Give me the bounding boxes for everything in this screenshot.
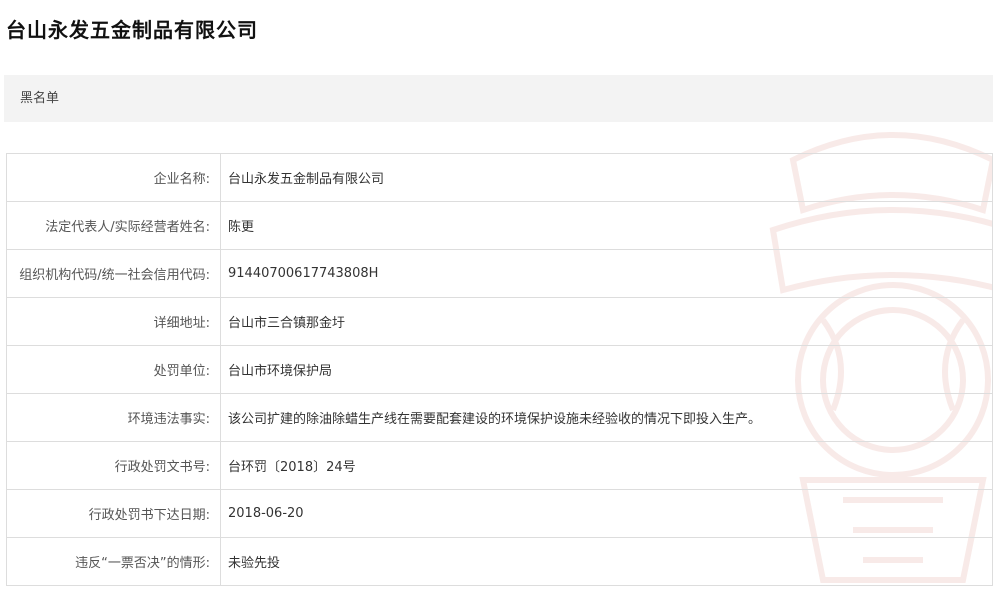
row-label-credit-code: 组织机构代码/统一社会信用代码: <box>6 249 221 298</box>
table-row: 详细地址: 台山市三合镇那金圩 <box>6 297 993 346</box>
category-header: 黑名单 <box>4 75 993 122</box>
table-row: 处罚单位: 台山市环境保护局 <box>6 345 993 394</box>
details-table: 企业名称: 台山永发五金制品有限公司 法定代表人/实际经营者姓名: 陈更 组织机… <box>6 153 993 586</box>
row-label-legal-representative: 法定代表人/实际经营者姓名: <box>6 201 221 250</box>
table-row: 行政处罚书下达日期: 2018-06-20 <box>6 489 993 538</box>
row-value-penalty-authority: 台山市环境保护局 <box>220 345 993 394</box>
row-value-violation-facts: 该公司扩建的除油除蜡生产线在需要配套建设的环境保护设施未经验收的情况下即投入生产… <box>220 393 993 442</box>
row-label-penalty-date: 行政处罚书下达日期: <box>6 489 221 538</box>
row-label-address: 详细地址: <box>6 297 221 346</box>
row-value-credit-code: 91440700617743808H <box>220 249 993 298</box>
row-label-penalty-authority: 处罚单位: <box>6 345 221 394</box>
row-value-legal-representative: 陈更 <box>220 201 993 250</box>
page-title: 台山永发五金制品有限公司 <box>6 18 258 42</box>
row-label-company-name: 企业名称: <box>6 153 221 202</box>
row-value-veto-situation: 未验先投 <box>220 537 993 586</box>
row-label-veto-situation: 违反“一票否决”的情形: <box>6 537 221 586</box>
table-row: 违反“一票否决”的情形: 未验先投 <box>6 537 993 586</box>
table-row: 企业名称: 台山永发五金制品有限公司 <box>6 153 993 202</box>
row-value-penalty-document-number: 台环罚〔2018〕24号 <box>220 441 993 490</box>
row-value-address: 台山市三合镇那金圩 <box>220 297 993 346</box>
table-row: 环境违法事实: 该公司扩建的除油除蜡生产线在需要配套建设的环境保护设施未经验收的… <box>6 393 993 442</box>
category-label: 黑名单 <box>20 91 60 106</box>
table-row: 法定代表人/实际经营者姓名: 陈更 <box>6 201 993 250</box>
row-value-penalty-date: 2018-06-20 <box>220 489 993 538</box>
row-label-penalty-document-number: 行政处罚文书号: <box>6 441 221 490</box>
table-row: 组织机构代码/统一社会信用代码: 91440700617743808H <box>6 249 993 298</box>
row-label-violation-facts: 环境违法事实: <box>6 393 221 442</box>
row-value-company-name: 台山永发五金制品有限公司 <box>220 153 993 202</box>
table-row: 行政处罚文书号: 台环罚〔2018〕24号 <box>6 441 993 490</box>
